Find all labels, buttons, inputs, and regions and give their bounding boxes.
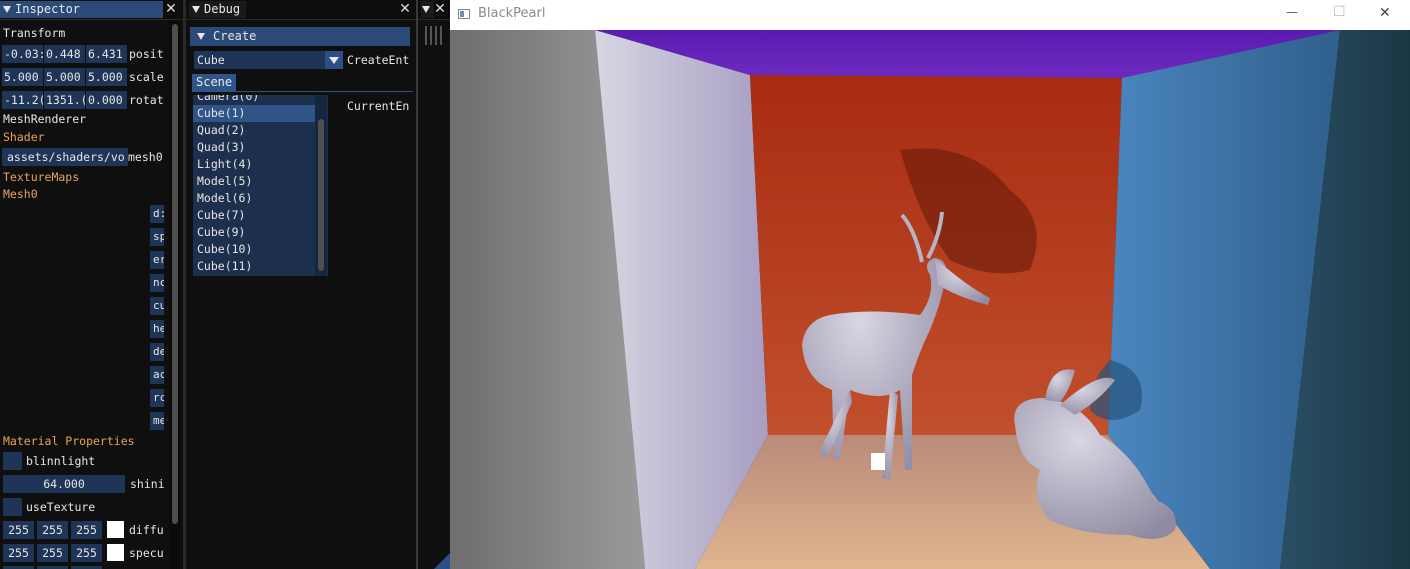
inspector-tab[interactable]: Inspector [0, 1, 163, 18]
texture-diffuse-button[interactable]: d: [150, 205, 164, 223]
list-item[interactable]: Cube(10) [197, 241, 252, 258]
diffuse-g-field[interactable]: 255 [37, 521, 68, 539]
third-dock-close-icon[interactable]: ✕ [433, 1, 447, 18]
texturemaps-label: TextureMaps [3, 170, 80, 184]
scale-x-field[interactable]: 5.000 [2, 68, 43, 86]
list-item[interactable]: Cube(9) [197, 224, 245, 241]
texture-normal-button[interactable]: nc [150, 274, 164, 292]
debug-title: Debug [204, 2, 241, 16]
scale-y-field[interactable]: 5.000 [44, 68, 85, 86]
diffuse-b-field[interactable]: 255 [71, 521, 102, 539]
position-x-field[interactable]: -0.03: [2, 45, 43, 63]
collapse-triangle-icon[interactable] [422, 6, 430, 13]
create-collapse-icon[interactable] [197, 33, 205, 40]
position-label: posit [129, 47, 164, 61]
list-item[interactable]: Quad(2) [197, 122, 245, 139]
inspector-close-icon[interactable]: ✕ [164, 1, 178, 18]
collapse-triangle-icon[interactable] [3, 6, 11, 13]
create-header-label: Create [213, 29, 257, 43]
scale-label: scale [129, 70, 164, 84]
blinnlight-label: blinnlight [26, 454, 96, 468]
blinnlight-checkbox[interactable] [3, 452, 22, 470]
third-dock-panel: ✕ [418, 0, 450, 569]
app-window-icon [458, 9, 470, 19]
texture-depth-button[interactable]: de [150, 343, 164, 361]
mesh0-label: Mesh0 [3, 187, 38, 201]
maximize-icon[interactable]: ☐ [1333, 4, 1346, 20]
texture-metallic-button[interactable]: me [150, 412, 164, 430]
usetexture-checkbox[interactable] [3, 498, 22, 516]
specular-b-field[interactable]: 255 [71, 544, 102, 562]
texture-height-button[interactable]: he [150, 320, 164, 338]
list-item[interactable]: Cube(1) [197, 105, 245, 122]
texture-roughness-button[interactable]: rc [150, 389, 164, 407]
scene-window-title: BlackPearl [478, 6, 546, 21]
list-item[interactable]: Cube(11) [197, 258, 252, 275]
debug-tab[interactable]: Debug [189, 1, 246, 18]
rotation-label: rotat [129, 93, 164, 107]
inspector-scrollbar-thumb[interactable] [172, 24, 178, 524]
debug-close-icon[interactable]: ✕ [398, 1, 412, 18]
entity-type-value: Cube [197, 53, 225, 67]
shader-label: Shader [3, 130, 45, 144]
scene-tab-underline [192, 91, 413, 92]
rotation-y-field[interactable]: 1351.( [44, 91, 85, 109]
scale-z-field[interactable]: 5.000 [86, 68, 127, 86]
collapse-triangle-icon[interactable] [192, 6, 200, 13]
shader-mesh-label: mesh0 [128, 150, 163, 164]
list-item[interactable]: Cube(7) [197, 207, 245, 224]
debug-panel: Debug ✕ Create Cube CreateEnt Scene Came… [186, 0, 416, 569]
dock-tab-stubs [425, 26, 443, 45]
diffuse-color-swatch[interactable] [107, 521, 124, 538]
rotation-x-field[interactable]: -11.2( [2, 91, 43, 109]
scene-viewport[interactable] [450, 30, 1410, 569]
shininess-label: shini [130, 477, 165, 491]
minimize-icon[interactable]: — [1286, 5, 1298, 19]
texture-cube-button[interactable]: cu [150, 297, 164, 315]
entity-list[interactable]: Camera(0) Cube(1) Quad(2) Quad(3) Light(… [193, 95, 328, 276]
entity-list-scrollbar-thumb[interactable] [318, 119, 324, 271]
shininess-field[interactable]: 64.000 [3, 475, 125, 493]
diffuse-r-field[interactable]: 255 [3, 521, 34, 539]
dock-resize-corner[interactable] [434, 553, 450, 569]
scene-tab[interactable]: Scene [192, 74, 236, 91]
inspector-title: Inspector [15, 2, 81, 16]
list-item[interactable]: Model(5) [197, 173, 252, 190]
current-entity-label: CurrentEn [347, 99, 410, 113]
create-entity-label: CreateEnt [347, 53, 410, 67]
transform-label: Transform [3, 26, 66, 40]
chevron-down-icon[interactable] [325, 51, 343, 69]
texture-ao-button[interactable]: ac [150, 366, 164, 384]
meshrenderer-label: MeshRenderer [3, 112, 87, 126]
list-item[interactable]: Camera(0) [197, 95, 259, 105]
list-item[interactable]: Quad(3) [197, 139, 245, 156]
light-cube [871, 453, 885, 470]
material-properties-label: Material Properties [3, 434, 135, 448]
scene-render [450, 30, 1410, 569]
close-icon[interactable]: ✕ [1379, 5, 1391, 21]
inspector-scrollbar[interactable] [170, 20, 180, 569]
position-y-field[interactable]: 0.448 [44, 45, 85, 63]
list-item[interactable]: Light(4) [197, 156, 252, 173]
shader-path-field[interactable]: assets/shaders/vo [2, 148, 128, 166]
entity-type-combo[interactable]: Cube [194, 51, 343, 69]
specular-label: specu [129, 546, 164, 560]
diffuse-label: diffu [129, 523, 164, 537]
scene-window-titlebar: BlackPearl — ☐ ✕ [450, 0, 1410, 30]
texture-emission-button[interactable]: er [150, 251, 164, 269]
list-item[interactable]: Model(6) [197, 190, 252, 207]
texture-specular-button[interactable]: sp [150, 228, 164, 246]
scene-tab-label: Scene [196, 75, 233, 89]
specular-g-field[interactable]: 255 [37, 544, 68, 562]
entity-list-scrollbar[interactable] [315, 95, 327, 276]
specular-r-field[interactable]: 255 [3, 544, 34, 562]
rotation-z-field[interactable]: 0.000 [86, 91, 127, 109]
specular-color-swatch[interactable] [107, 544, 124, 561]
usetexture-label: useTexture [26, 500, 96, 514]
inspector-panel: Inspector ✕ Transform -0.03: 0.448 6.431… [0, 0, 183, 569]
position-z-field[interactable]: 6.431 [86, 45, 127, 63]
create-header[interactable]: Create [190, 27, 410, 46]
